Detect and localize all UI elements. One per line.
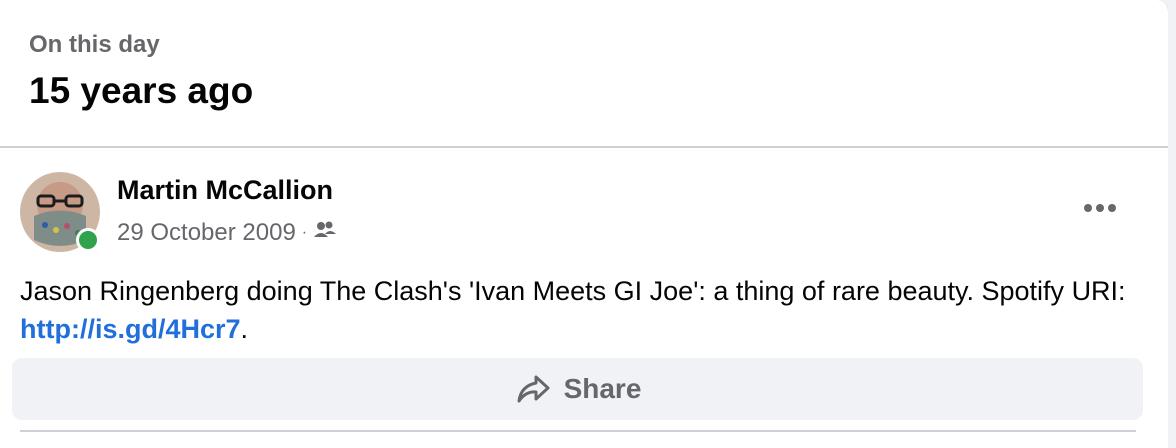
more-options-icon	[1084, 204, 1116, 212]
post-text-suffix: .	[240, 314, 249, 344]
meta-separator: ·	[301, 224, 308, 241]
post-meta: 29 October 2009 ·	[117, 219, 337, 247]
memory-header: On this day 15 years ago	[0, 0, 1168, 146]
more-options-button[interactable]	[1078, 190, 1122, 226]
page-scrollbar[interactable]	[1168, 0, 1176, 448]
memory-card: On this day 15 years ago Martin McCallio…	[0, 0, 1169, 448]
post-text-prefix: Jason Ringenberg doing The Clash's 'Ivan…	[20, 276, 1126, 306]
post-link[interactable]: http://is.gd/4Hcr7	[20, 314, 241, 344]
author-name[interactable]: Martin McCallion	[117, 175, 333, 206]
post-date[interactable]: 29 October 2009	[117, 219, 296, 247]
share-arrow-icon	[517, 375, 550, 403]
header-divider	[0, 146, 1168, 148]
bottom-divider	[20, 430, 1136, 432]
memory-kicker: On this day	[29, 31, 160, 58]
share-label: Share	[563, 373, 642, 404]
memory-title: 15 years ago	[29, 70, 254, 111]
friends-icon[interactable]	[313, 219, 337, 247]
online-status-icon	[76, 228, 100, 252]
post-text: Jason Ringenberg doing The Clash's 'Ivan…	[20, 272, 1140, 348]
share-button[interactable]: Share	[12, 358, 1143, 420]
